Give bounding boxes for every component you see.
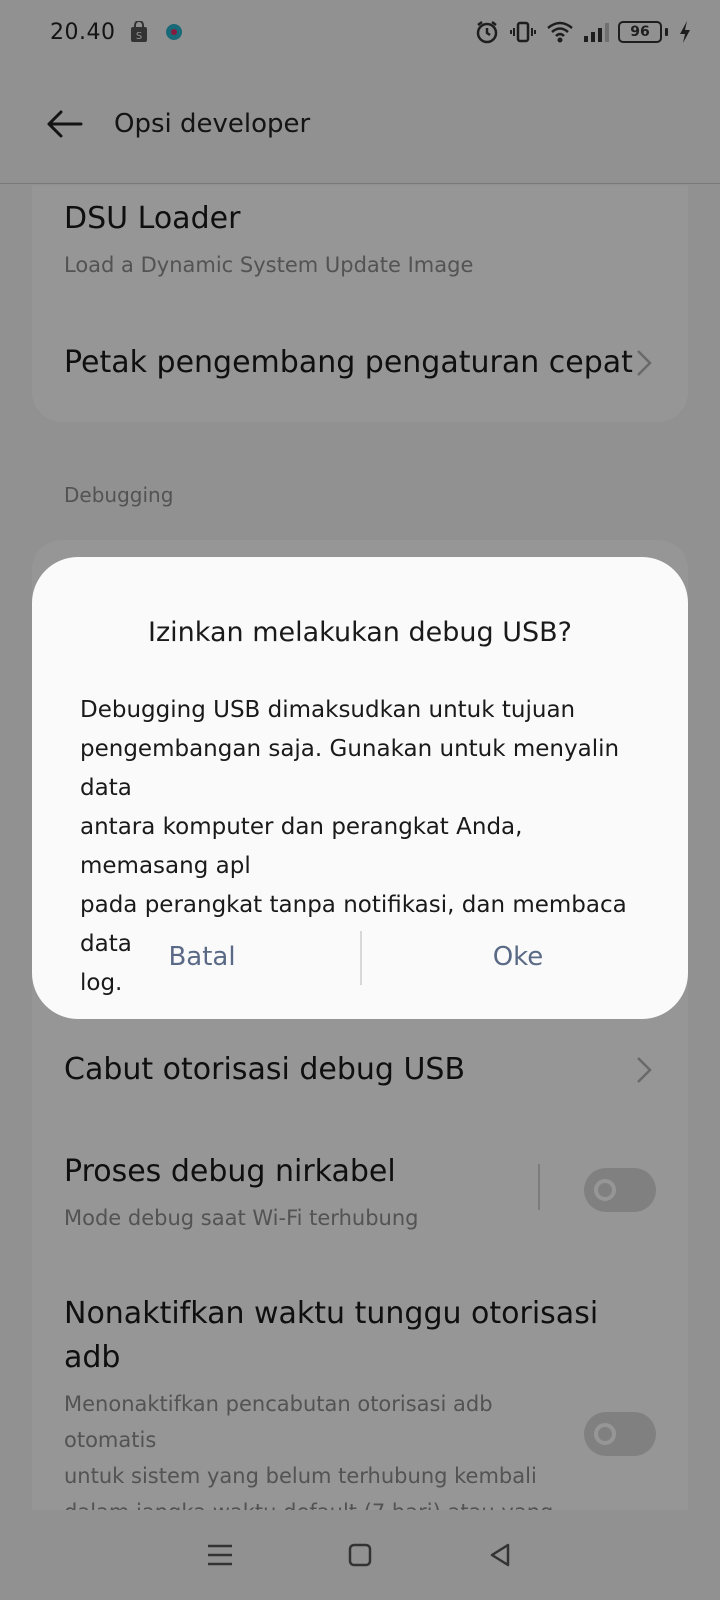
button-divider	[360, 931, 362, 985]
cancel-button[interactable]: Batal	[52, 927, 352, 987]
dialog-message-line: Debugging USB dimaksudkan untuk tujuan	[80, 697, 576, 723]
dialog-title: Izinkan melakukan debug USB?	[148, 617, 572, 648]
dialog-message-line: pengembangan saja. Gunakan untuk menyali…	[80, 736, 620, 801]
dialog-actions: Batal Oke	[32, 927, 688, 987]
dialog-message-line: antara komputer dan perangkat Anda, mema…	[80, 814, 523, 879]
ok-button[interactable]: Oke	[368, 927, 668, 987]
usb-debug-dialog: Izinkan melakukan debug USB? Debugging U…	[32, 557, 688, 1019]
